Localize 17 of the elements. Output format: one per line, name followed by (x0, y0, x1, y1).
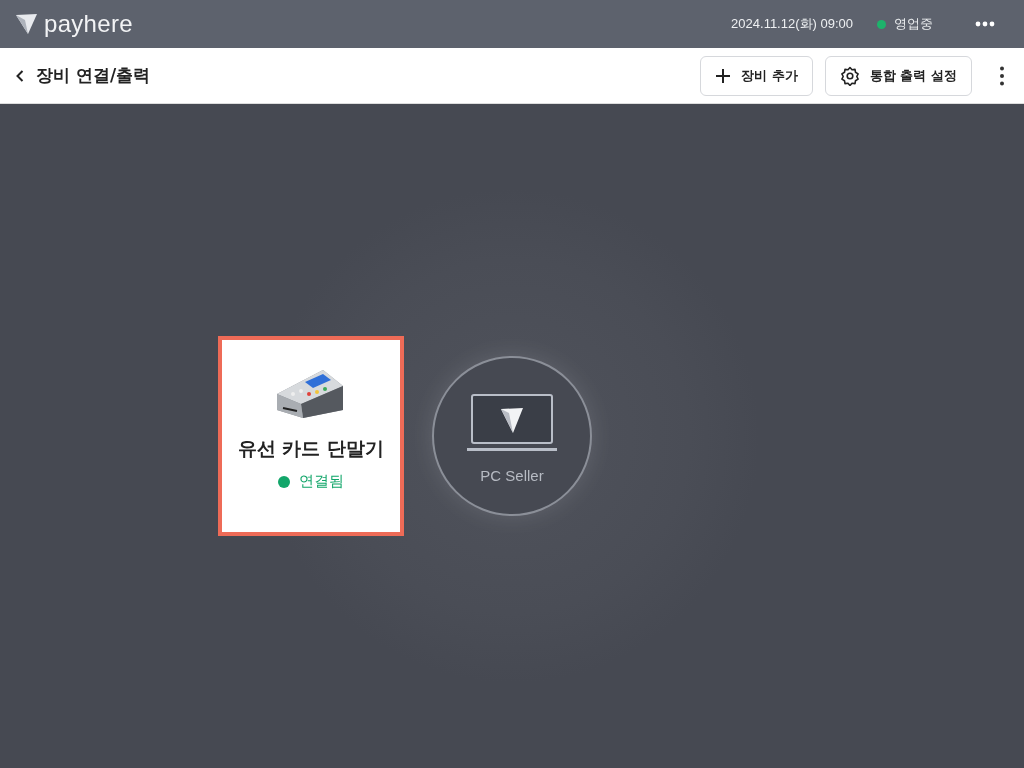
logo-text: payhere (44, 10, 133, 38)
settings-icon (839, 65, 860, 86)
print-settings-button[interactable]: 통합 출력 설정 (824, 55, 972, 96)
add-device-button[interactable]: 장비 추가 (700, 55, 813, 96)
more-icon[interactable] (975, 21, 995, 27)
connection-status: 연결됨 (299, 472, 344, 491)
device-card[interactable]: 유선 카드 단말기 연결됨 (218, 336, 404, 536)
laptop-icon (467, 392, 557, 453)
datetime-text: 2024.11.12(화) 09:00 (731, 15, 853, 33)
more-vertical-icon[interactable] (1000, 65, 1004, 86)
logo-icon (16, 14, 38, 34)
page-title: 장비 연결/출력 (36, 64, 151, 87)
hub-label: PC Seller (480, 466, 544, 484)
back-icon[interactable] (16, 69, 24, 82)
plus-icon (715, 67, 732, 84)
device-name: 유선 카드 단말기 (237, 436, 385, 461)
store-status-text: 영업중 (894, 15, 933, 33)
